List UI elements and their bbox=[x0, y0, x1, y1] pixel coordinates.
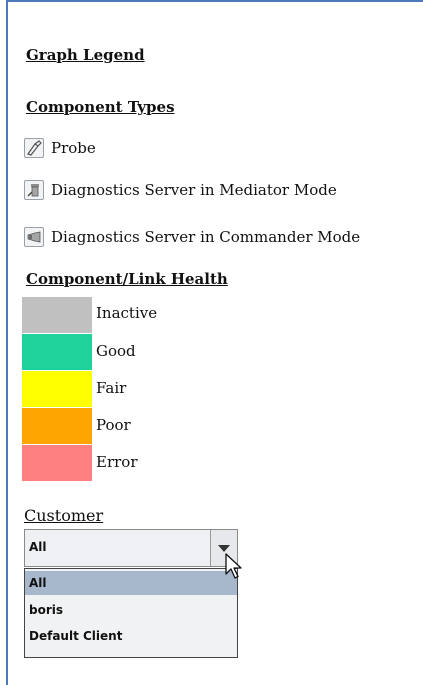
health-label-inactive: Inactive bbox=[96, 304, 158, 322]
component-type-probe: Probe bbox=[24, 136, 96, 160]
component-type-label: Diagnostics Server in Commander Mode bbox=[51, 228, 361, 246]
commander-server-icon bbox=[24, 227, 44, 247]
health-label-good: Good bbox=[96, 342, 136, 360]
health-swatch-inactive bbox=[22, 297, 92, 333]
health-label-error: Error bbox=[96, 453, 138, 471]
panel-left-border bbox=[6, 0, 8, 685]
health-swatch-good bbox=[22, 334, 92, 370]
probe-icon bbox=[24, 138, 44, 158]
component-link-health-heading: Component/Link Health bbox=[26, 270, 228, 288]
customer-label: Customer bbox=[24, 506, 104, 525]
component-type-commander: Diagnostics Server in Commander Mode bbox=[24, 225, 360, 249]
mediator-server-icon bbox=[24, 180, 44, 200]
health-swatch-poor bbox=[22, 408, 92, 444]
health-label-poor: Poor bbox=[96, 416, 131, 434]
component-type-mediator: Diagnostics Server in Mediator Mode bbox=[24, 178, 337, 202]
component-types-heading: Component Types bbox=[26, 98, 175, 116]
health-swatch-fair bbox=[22, 371, 92, 407]
customer-select-value: All bbox=[29, 540, 47, 554]
chevron-down-icon bbox=[218, 544, 230, 552]
customer-select[interactable]: All bbox=[24, 529, 238, 567]
health-swatch-error bbox=[22, 445, 92, 481]
component-type-label: Probe bbox=[51, 139, 96, 157]
component-type-label: Diagnostics Server in Mediator Mode bbox=[51, 181, 337, 199]
graph-legend-title: Graph Legend bbox=[26, 46, 145, 64]
mouse-cursor-icon bbox=[225, 553, 242, 579]
customer-option-boris[interactable]: boris bbox=[25, 598, 237, 622]
panel-top-border bbox=[6, 0, 423, 2]
health-label-fair: Fair bbox=[96, 379, 127, 397]
customer-options-popup: All boris Default Client bbox=[24, 568, 238, 658]
customer-option-default-client[interactable]: Default Client bbox=[25, 624, 237, 648]
customer-option-all[interactable]: All bbox=[25, 571, 237, 595]
